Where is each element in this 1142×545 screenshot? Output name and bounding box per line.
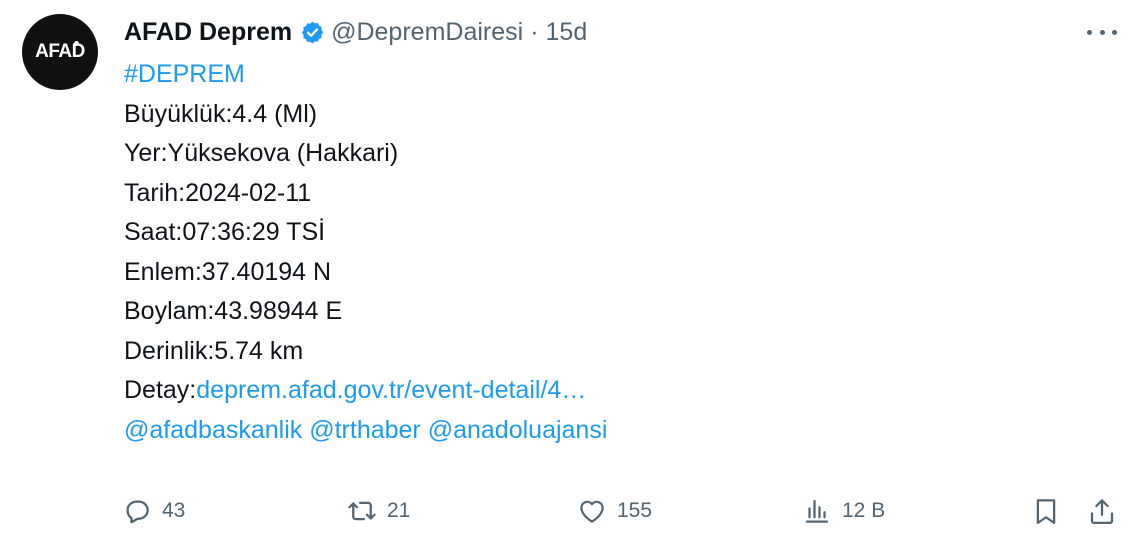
- like-count: 155: [617, 499, 653, 522]
- post-time[interactable]: 15d: [546, 18, 588, 47]
- reply-button[interactable]: 43: [122, 490, 185, 532]
- views-icon: [805, 499, 829, 523]
- views-count: 12 B: [842, 499, 886, 522]
- tweet-body: #DEPREM Büyüklük:4.4 (Ml) Yer:Yüksekova …: [124, 55, 607, 450]
- date-text: Tarih:2024-02-11: [124, 178, 312, 207]
- more-dot: [1087, 29, 1092, 35]
- tweet-header: AFAD Deprem @DepremDairesi · 15d: [124, 14, 587, 50]
- mention-link[interactable]: @anadoluajansi: [428, 416, 608, 444]
- hashtag-link[interactable]: #DEPREM: [124, 60, 245, 88]
- action-bar: 43 21 155 12 B: [0, 490, 1142, 532]
- detail-link[interactable]: deprem.afad.gov.tr/event-detail/4…: [196, 376, 586, 404]
- bookmark-button[interactable]: [1031, 490, 1061, 532]
- author-display-name[interactable]: AFAD Deprem: [124, 18, 292, 47]
- time-text: Saat:07:36:29 TSİ: [124, 218, 326, 246]
- repost-count: 21: [387, 499, 411, 522]
- share-button[interactable]: [1087, 490, 1117, 532]
- header-separator: ·: [530, 17, 539, 46]
- longitude-text: Boylam:43.98944 E: [124, 297, 343, 325]
- mention-link[interactable]: @trthaber: [309, 416, 421, 444]
- author-handle[interactable]: @DepremDairesi: [331, 18, 523, 47]
- depth-text: Derinlik:5.74 km: [124, 336, 304, 365]
- magnitude-text: Büyüklük:4.4 (Ml): [124, 99, 318, 128]
- more-dot: [1112, 29, 1117, 35]
- reply-icon: [126, 500, 149, 524]
- views-button[interactable]: 12 B: [802, 490, 885, 532]
- like-button[interactable]: 155: [577, 490, 652, 532]
- avatar-logo-dot: [74, 41, 79, 46]
- latitude-text: Enlem:37.40194 N: [124, 257, 332, 286]
- repost-icon: [348, 501, 376, 521]
- more-icon[interactable]: [1084, 18, 1120, 46]
- avatar[interactable]: AFAD: [22, 14, 98, 90]
- bookmark-icon: [1036, 499, 1056, 524]
- verified-badge-icon[interactable]: [300, 20, 325, 45]
- location-text: Yer:Yüksekova (Hakkari): [124, 139, 399, 167]
- share-icon: [1090, 499, 1114, 524]
- detail-label: Detay:: [124, 376, 197, 404]
- reply-count: 43: [162, 499, 186, 522]
- more-dot: [1099, 29, 1105, 35]
- mention-link[interactable]: @afadbaskanlik: [124, 416, 302, 444]
- like-icon: [580, 500, 604, 523]
- repost-button[interactable]: 21: [347, 490, 410, 532]
